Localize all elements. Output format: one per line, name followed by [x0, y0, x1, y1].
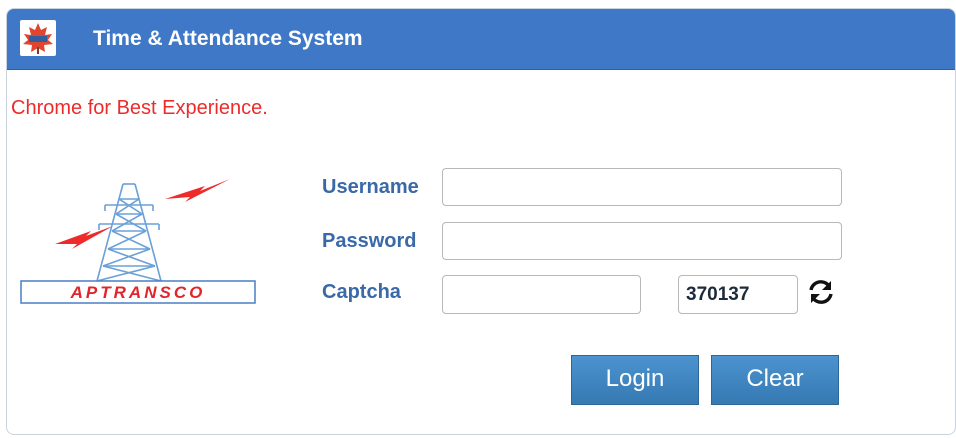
- captcha-code: 370137: [678, 275, 798, 314]
- username-label: Username: [322, 176, 419, 198]
- captcha-input[interactable]: [442, 275, 641, 314]
- brand-logo-text: APTRANSCO: [70, 283, 206, 302]
- login-panel: Time & Attendance System Chrome for Best…: [6, 8, 956, 435]
- maple-leaf-emblem-icon: [20, 20, 56, 56]
- password-input[interactable]: [442, 222, 842, 260]
- browser-notice: Chrome for Best Experience.: [11, 97, 268, 119]
- clear-button[interactable]: Clear: [711, 355, 839, 405]
- login-button[interactable]: Login: [571, 355, 699, 405]
- captcha-label: Captcha: [322, 281, 401, 303]
- transmission-tower-icon: APTRANSCO: [20, 179, 256, 304]
- password-label: Password: [322, 230, 417, 252]
- refresh-icon[interactable]: [807, 278, 835, 306]
- header-bar: Time & Attendance System: [7, 9, 955, 70]
- app-title: Time & Attendance System: [93, 27, 363, 50]
- username-input[interactable]: [442, 168, 842, 206]
